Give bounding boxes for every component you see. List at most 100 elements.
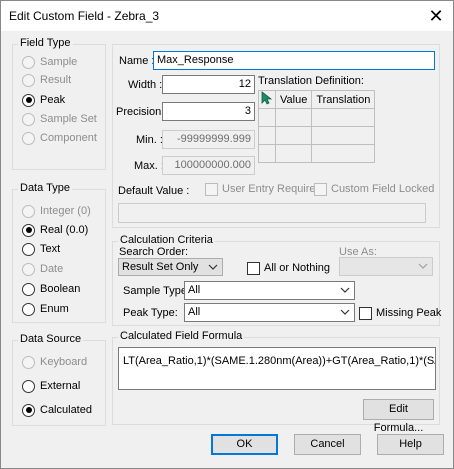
checkbox-box (205, 182, 218, 196)
width-label: Width : (128, 79, 163, 91)
formula-title: Calculated Field Formula (118, 330, 245, 342)
radio-dot (22, 204, 35, 218)
use-as-select (339, 257, 433, 276)
missing-peak-label: Missing Peak (376, 307, 442, 319)
translation-col-value: Value (274, 90, 313, 109)
radio-dot (22, 379, 35, 393)
all-or-nothing-checkbox[interactable]: All or Nothing (247, 261, 330, 275)
peak-type-label: Peak Type: (123, 307, 178, 319)
radio-dot (22, 131, 35, 145)
radio-label: Calculated (40, 404, 92, 416)
checkbox-box (247, 261, 260, 275)
data-type-radio-enum[interactable]: Enum (22, 301, 69, 317)
radio-label: Result (40, 74, 72, 86)
radio-dot (22, 262, 35, 276)
help-button[interactable]: Help (377, 434, 444, 455)
name-label: Name : (119, 55, 155, 67)
checkbox-box (314, 182, 327, 196)
field-type-radio-sample-set: Sample Set (22, 111, 97, 127)
chevron-down-icon (340, 307, 350, 317)
chevron-down-icon (340, 285, 350, 295)
ok-button[interactable]: OK (211, 434, 278, 455)
peak-type-value: All (188, 306, 201, 318)
field-type-radio-sample: Sample (22, 54, 77, 70)
data-type-radio-boolean[interactable]: Boolean (22, 281, 80, 297)
custom-field-locked-label: Custom Field Locked (331, 183, 435, 195)
pointer-icon (261, 91, 273, 108)
window-title: Edit Custom Field - Zebra_3 (9, 9, 160, 23)
translation-title: Translation Definition: (258, 75, 364, 87)
cancel-button[interactable]: Cancel (294, 434, 361, 455)
radio-dot (22, 93, 35, 107)
radio-dot (22, 355, 35, 369)
table-row[interactable] (258, 108, 376, 127)
edit-formula-button[interactable]: Edit Formula... (363, 399, 434, 434)
data-source-title: Data Source (18, 333, 84, 345)
data-source-radio-external[interactable]: External (22, 378, 80, 394)
translation-col-translation: Translation (311, 90, 376, 109)
dialog-window: Edit Custom Field - Zebra_3 ✕ Field Type… (0, 0, 454, 469)
data-type-radio-real-0-0[interactable]: Real (0.0) (22, 222, 88, 238)
radio-label: Peak (40, 94, 66, 106)
precision-input[interactable]: 3 (162, 102, 255, 121)
peak-type-select[interactable]: All (184, 303, 355, 322)
title-bar[interactable]: Edit Custom Field - Zebra_3 ✕ (1, 1, 453, 31)
radio-label: Real (0.0) (40, 224, 89, 236)
checkbox-box (359, 306, 372, 320)
chevron-down-icon (418, 261, 428, 271)
radio-label: External (40, 380, 81, 392)
precision-label: Precision : (116, 106, 168, 118)
default-value-input (118, 203, 426, 223)
field-type-radio-result: Result (22, 72, 71, 88)
custom-field-locked-checkbox: Custom Field Locked (314, 182, 434, 196)
missing-peak-checkbox[interactable]: Missing Peak (359, 306, 441, 320)
field-type-radio-peak[interactable]: Peak (22, 92, 65, 108)
min-label: Min. : (136, 134, 163, 146)
radio-label: Keyboard (40, 356, 88, 368)
radio-dot (22, 55, 35, 69)
data-type-radio-date: Date (22, 261, 63, 277)
search-order-value: Result Set Only (122, 261, 199, 273)
radio-label: Integer (0) (40, 205, 91, 217)
radio-dot (22, 242, 35, 256)
min-input: -99999999.999 (162, 130, 255, 149)
max-input: 100000000.000 (162, 156, 255, 175)
formula-field[interactable]: LT(Area_Ratio,1)*(SAME.1.280nm(Area))+GT… (118, 347, 436, 390)
calculation-criteria-title: Calculation Criteria (118, 234, 215, 246)
close-icon[interactable]: ✕ (425, 5, 447, 27)
radio-dot (22, 282, 35, 296)
translation-pointer-header (258, 90, 276, 109)
default-value-label: Default Value : (118, 185, 190, 197)
radio-label: Component (40, 132, 97, 144)
data-source-radio-calculated[interactable]: Calculated (22, 402, 92, 418)
radio-label: Boolean (40, 283, 81, 295)
data-type-title: Data Type (18, 182, 72, 194)
search-order-label: Search Order: (119, 246, 189, 258)
radio-label: Sample Set (40, 113, 97, 125)
all-or-nothing-label: All or Nothing (264, 262, 331, 274)
data-type-radio-integer-0: Integer (0) (22, 203, 91, 219)
radio-dot (22, 112, 35, 126)
table-row[interactable] (258, 126, 376, 145)
radio-label: Enum (40, 303, 69, 315)
max-label: Max. : (134, 160, 164, 172)
width-input[interactable]: 12 (162, 75, 255, 94)
field-type-title: Field Type (18, 37, 73, 49)
radio-label: Sample (40, 56, 78, 68)
user-entry-required-checkbox: User Entry Required (205, 182, 322, 196)
radio-label: Date (40, 263, 64, 275)
radio-dot (22, 302, 35, 316)
table-row[interactable] (258, 144, 376, 163)
chevron-down-icon (208, 262, 218, 272)
search-order-select[interactable]: Result Set Only (118, 258, 223, 276)
sample-type-select[interactable]: All (184, 281, 355, 300)
translation-grid[interactable]: Value Translation (258, 90, 376, 163)
name-input[interactable]: Max_Response (153, 51, 435, 70)
field-type-radio-component: Component (22, 130, 97, 146)
radio-dot (22, 73, 35, 87)
data-type-radio-text[interactable]: Text (22, 241, 60, 257)
user-entry-required-label: User Entry Required (222, 183, 322, 195)
sample-type-value: All (188, 284, 201, 296)
sample-type-label: Sample Type: (123, 285, 191, 297)
radio-label: Text (40, 243, 61, 255)
